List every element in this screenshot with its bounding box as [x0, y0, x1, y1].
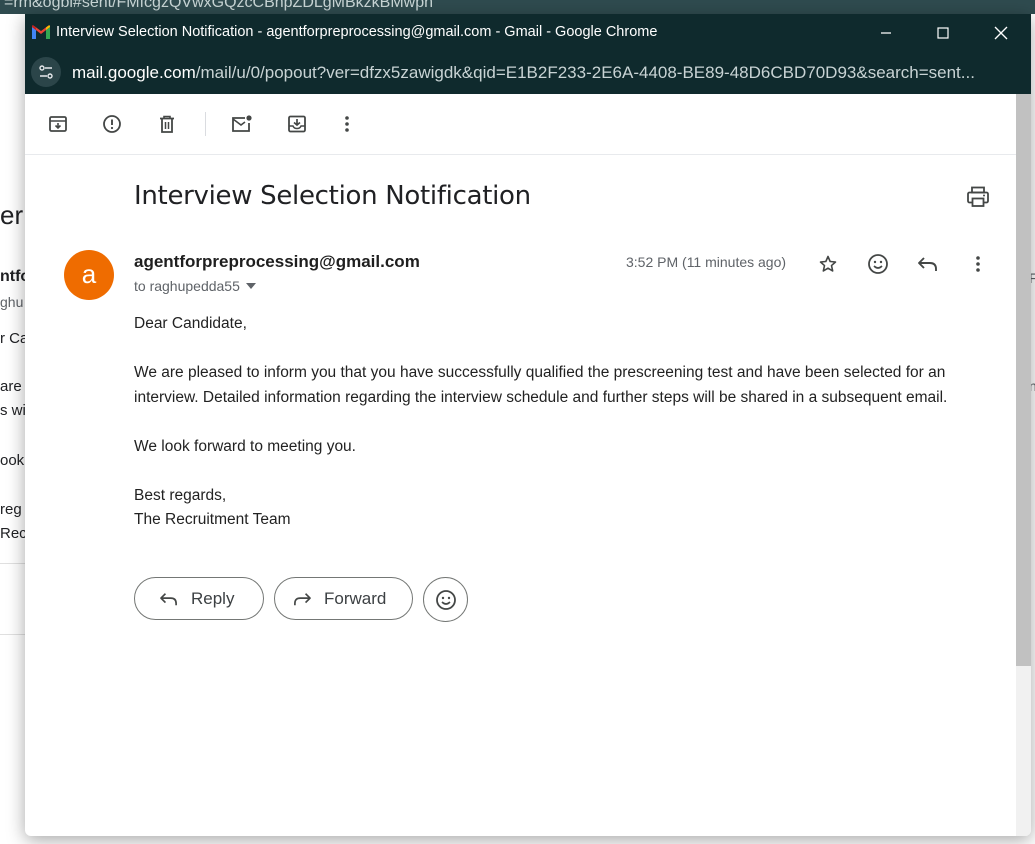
toolbar-divider: [205, 112, 206, 136]
scrollbar-thumb[interactable]: [1016, 94, 1031, 666]
report-spam-icon[interactable]: [98, 110, 126, 138]
background-fragment: er: [0, 200, 24, 230]
background-fragment: Rec: [0, 525, 27, 542]
message-toolbar: [25, 94, 1031, 155]
recipient-line: to raghupedda55: [134, 278, 240, 294]
close-window-button[interactable]: [972, 14, 1030, 52]
background-fragment: ook: [0, 452, 25, 469]
gmail-logo-icon: [32, 25, 50, 44]
background-fragment: ghu: [0, 294, 24, 310]
mark-unread-icon[interactable]: [228, 110, 256, 138]
reply-button-label: Reply: [191, 588, 235, 608]
body-closing: Best regards,: [134, 486, 227, 504]
gmail-popup-window: Interview Selection Notification - agent…: [25, 14, 1031, 836]
email-body: Dear Candidate, We are pleased to inform…: [134, 312, 1004, 533]
url-host: mail.google.com: [72, 63, 196, 82]
more-vert-icon[interactable]: [963, 249, 993, 279]
background-divider: [0, 634, 25, 635]
email-subject: Interview Selection Notification: [134, 181, 531, 211]
address-bar: mail.google.com/mail/u/0/popout?ver=dfzx…: [25, 52, 1031, 94]
add-reaction-button[interactable]: [423, 577, 468, 622]
body-paragraph: We look forward to meeting you.: [134, 437, 356, 455]
url-path: /mail/u/0/popout?ver=dfzx5zawigdk&qid=E1…: [195, 63, 975, 82]
reply-button[interactable]: Reply: [134, 577, 264, 620]
reply-icon: [160, 592, 177, 605]
forward-button[interactable]: Forward: [274, 577, 413, 620]
body-signature: The Recruitment Team: [134, 511, 291, 528]
site-info-button[interactable]: [31, 57, 61, 87]
emoji-icon: [435, 589, 456, 610]
reply-icon[interactable]: [913, 249, 943, 279]
recipient-details-toggle[interactable]: to raghupedda55: [134, 278, 256, 294]
maximize-button[interactable]: [914, 14, 972, 52]
window-title: Interview Selection Notification - agent…: [56, 24, 658, 40]
add-reaction-icon[interactable]: [863, 249, 893, 279]
background-url-text: =rm&ogbl#sent/FMfcgzQVwxGQzcCBnpZDLgMBkz…: [4, 0, 434, 11]
message-timestamp: 3:52 PM (11 minutes ago): [626, 254, 787, 270]
body-paragraph: We are pleased to inform you that you ha…: [134, 364, 948, 406]
background-divider: [0, 563, 25, 564]
delete-icon[interactable]: [153, 110, 181, 138]
move-to-icon[interactable]: [283, 110, 311, 138]
archive-icon[interactable]: [44, 110, 72, 138]
more-vert-icon[interactable]: [333, 110, 361, 138]
print-icon[interactable]: [966, 186, 990, 213]
forward-icon: [294, 592, 311, 605]
forward-button-label: Forward: [324, 588, 387, 608]
star-icon[interactable]: [813, 249, 843, 279]
tune-icon: [39, 65, 53, 79]
minimize-button[interactable]: [857, 14, 915, 52]
background-fragment: reg: [0, 501, 22, 518]
background-url-bar: =rm&ogbl#sent/FMfcgzQVwxGQzcCBnpZDLgMBkz…: [0, 0, 1035, 14]
window-title-bar: Interview Selection Notification - agent…: [25, 14, 1031, 52]
avatar[interactable]: a: [64, 250, 114, 300]
url-field[interactable]: mail.google.com/mail/u/0/popout?ver=dfzx…: [72, 63, 1002, 83]
body-greeting: Dear Candidate,: [134, 315, 247, 332]
chevron-down-icon: [245, 283, 256, 289]
scrollbar[interactable]: [1016, 94, 1031, 836]
background-fragment: s wi: [0, 402, 26, 419]
sender-email[interactable]: agentforpreprocessing@gmail.com: [134, 252, 420, 272]
